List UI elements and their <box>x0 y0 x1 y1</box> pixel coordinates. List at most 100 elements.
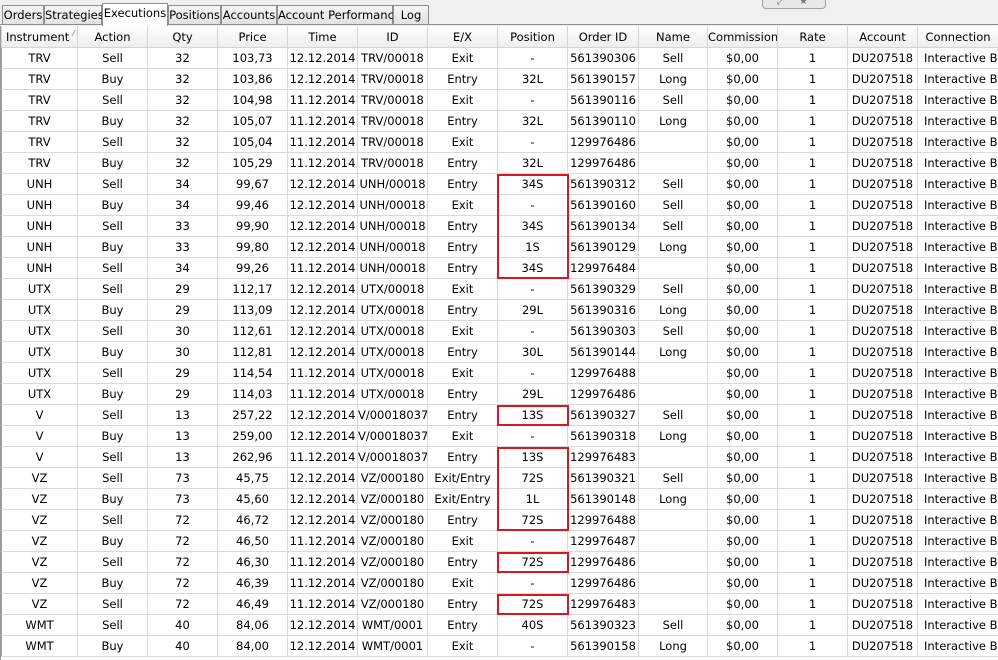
cell-qty: 33 <box>147 236 218 258</box>
cell-price: 105,07 <box>217 110 288 132</box>
col-time[interactable]: Time <box>287 26 358 48</box>
table-row[interactable]: WMT Sell 40 84,06 12.12.2014 WMT/0001 Entry 40S… <box>1 614 998 636</box>
cell-ex: Exit <box>427 47 498 69</box>
table-row[interactable]: TRV Buy 32 105,29 11.12.2014 TRV/00018 Entry 32… <box>1 152 998 174</box>
table-row[interactable]: UTX Buy 30 112,81 12.12.2014 UTX/00018 Entry 30… <box>1 341 998 363</box>
tab-positions[interactable]: Positions <box>168 5 221 24</box>
col-instrument[interactable]: Instrument ⁄ <box>1 26 78 48</box>
table-row[interactable]: TRV Sell 32 104,98 11.12.2014 TRV/00018 Exit -5… <box>1 89 998 111</box>
star-icon[interactable]: ★ <box>799 0 808 8</box>
undock-icon[interactable]: ⤢ <box>777 0 785 8</box>
col-qty[interactable]: Qty <box>147 26 218 48</box>
cell-qty: 72 <box>147 593 218 615</box>
cell-ex: Exit <box>427 425 498 447</box>
cell-position: - <box>497 362 568 384</box>
cell-instrument: WMT <box>1 635 78 657</box>
table-row[interactable]: VZ Sell 72 46,72 12.12.2014 VZ/000180 Entry 72S… <box>1 509 998 531</box>
table-row[interactable]: TRV Sell 32 103,73 12.12.2014 TRV/00018 Exit -5… <box>1 47 998 69</box>
cell-price: 84,06 <box>217 614 288 636</box>
table-row[interactable]: UTX Sell 30 112,61 12.12.2014 UTX/00018 Exit -5… <box>1 320 998 342</box>
cell-account: DU207518 <box>847 47 918 69</box>
table-row[interactable]: VZ Buy 73 45,60 12.12.2014 VZ/000180 Exit/Entr… <box>1 488 998 510</box>
col-account[interactable]: Account <box>847 26 918 48</box>
cell-connection: Interactive Br <box>917 68 998 90</box>
table-row[interactable]: UNH Sell 34 99,26 11.12.2014 UNH/00018 Entry 34… <box>1 257 998 279</box>
tab-accounts[interactable]: Accounts <box>221 5 277 24</box>
table-row[interactable]: VZ Sell 72 46,30 11.12.2014 VZ/000180 Entry 72S… <box>1 551 998 573</box>
cell-account: DU207518 <box>847 110 918 132</box>
cell-time: 12.12.2014 <box>287 404 358 426</box>
cell-qty: 32 <box>147 110 218 132</box>
cell-rate: 1 <box>777 383 848 405</box>
table-row[interactable]: V Sell 13 262,96 11.12.2014 V/00018037 Entry 13… <box>1 446 998 468</box>
cell-name: Sell <box>638 320 708 342</box>
cell-position: 34S <box>497 257 568 279</box>
cell-action: Sell <box>77 509 148 531</box>
cell-id: VZ/000180 <box>357 551 428 573</box>
table-row[interactable]: WMT Buy 40 84,00 12.12.2014 WMT/0001 Exit -5613… <box>1 635 998 657</box>
cell-account: DU207518 <box>847 341 918 363</box>
tab-orders[interactable]: Orders <box>2 5 44 24</box>
col-price[interactable]: Price <box>217 26 288 48</box>
cell-id: UTX/00018 <box>357 320 428 342</box>
cell-commission: $0,00 <box>707 509 778 531</box>
cell-price: 99,46 <box>217 194 288 216</box>
table-row[interactable]: V Buy 13 259,00 12.12.2014 V/00018037 Exit -561… <box>1 425 998 447</box>
cell-id: WMT/0001 <box>357 635 428 657</box>
col-position[interactable]: Position <box>497 26 568 48</box>
tab-executions[interactable]: Executions <box>102 3 168 26</box>
col-action[interactable]: Action <box>77 26 148 48</box>
cell-commission: $0,00 <box>707 425 778 447</box>
table-row[interactable]: UTX Buy 29 114,03 11.12.2014 UTX/00018 Entry 29… <box>1 383 998 405</box>
tab-log[interactable]: Log <box>393 5 429 24</box>
cell-time: 11.12.2014 <box>287 110 358 132</box>
cell-price: 104,98 <box>217 89 288 111</box>
table-row[interactable]: UNH Sell 33 99,90 12.12.2014 UNH/00018 Entry 34… <box>1 215 998 237</box>
col-rate[interactable]: Rate <box>777 26 848 48</box>
cell-ex: Entry <box>427 404 498 426</box>
cell-connection: Interactive Br <box>917 488 998 510</box>
table-row[interactable]: TRV Buy 32 105,07 11.12.2014 TRV/00018 Entry 32… <box>1 110 998 132</box>
cell-time: 12.12.2014 <box>287 236 358 258</box>
cell-price: 105,04 <box>217 131 288 153</box>
cell-rate: 1 <box>777 614 848 636</box>
table-row[interactable]: V Sell 13 257,22 12.12.2014 V/00018037 Entry 13… <box>1 404 998 426</box>
cell-rate: 1 <box>777 278 848 300</box>
cell-id: TRV/00018 <box>357 89 428 111</box>
cell-ex: Exit <box>427 635 498 657</box>
cell-price: 99,67 <box>217 173 288 195</box>
cell-instrument: VZ <box>1 488 78 510</box>
tab-strategies[interactable]: Strategies <box>44 5 104 24</box>
cell-qty: 33 <box>147 215 218 237</box>
table-row[interactable]: UNH Buy 34 99,46 12.12.2014 UNH/00018 Exit -561… <box>1 194 998 216</box>
table-row[interactable]: VZ Buy 72 46,39 11.12.2014 VZ/000180 Exit -1299… <box>1 572 998 594</box>
cell-price: 46,50 <box>217 530 288 552</box>
col-id[interactable]: ID <box>357 26 428 48</box>
tab-account-performance[interactable]: Account Performance <box>277 5 401 24</box>
cell-action: Sell <box>77 278 148 300</box>
table-row[interactable]: TRV Sell 32 105,04 11.12.2014 TRV/00018 Exit -1… <box>1 131 998 153</box>
cell-commission: $0,00 <box>707 47 778 69</box>
table-row[interactable]: UNH Sell 34 99,67 12.12.2014 UNH/00018 Entry 34… <box>1 173 998 195</box>
cell-connection: Interactive Br <box>917 215 998 237</box>
col-commission[interactable]: Commission <box>707 26 778 48</box>
cell-account: DU207518 <box>847 551 918 573</box>
col-order-id[interactable]: Order ID <box>567 26 639 48</box>
cell-position: 72S <box>497 593 568 615</box>
col-ex[interactable]: E/X <box>427 26 498 48</box>
table-row[interactable]: UTX Sell 29 114,54 11.12.2014 UTX/00018 Exit -1… <box>1 362 998 384</box>
table-row[interactable]: VZ Sell 73 45,75 12.12.2014 VZ/000180 Exit/Ent… <box>1 467 998 489</box>
table-row[interactable]: TRV Buy 32 103,86 12.12.2014 TRV/00018 Entry 32… <box>1 68 998 90</box>
col-connection[interactable]: Connection <box>917 26 998 48</box>
table-row[interactable]: VZ Sell 72 46,49 11.12.2014 VZ/000180 Entry 72S… <box>1 593 998 615</box>
cell-position: 72S <box>497 467 568 489</box>
cell-account: DU207518 <box>847 530 918 552</box>
table-row[interactable]: UNH Buy 33 99,80 12.12.2014 UNH/00018 Entry 1S 5… <box>1 236 998 258</box>
table-row[interactable]: VZ Buy 72 46,50 11.12.2014 VZ/000180 Exit -1299… <box>1 530 998 552</box>
col-name[interactable]: Name <box>638 26 708 48</box>
cell-time: 11.12.2014 <box>287 572 358 594</box>
executions-table: Instrument ⁄ Action Qty Price Time ID E/… <box>1 26 998 657</box>
table-row[interactable]: UTX Sell 29 112,17 12.12.2014 UTX/00018 Exit -5… <box>1 278 998 300</box>
table-row[interactable]: UTX Buy 29 113,09 12.12.2014 UTX/00018 Entry 29… <box>1 299 998 321</box>
cell-time: 12.12.2014 <box>287 173 358 195</box>
